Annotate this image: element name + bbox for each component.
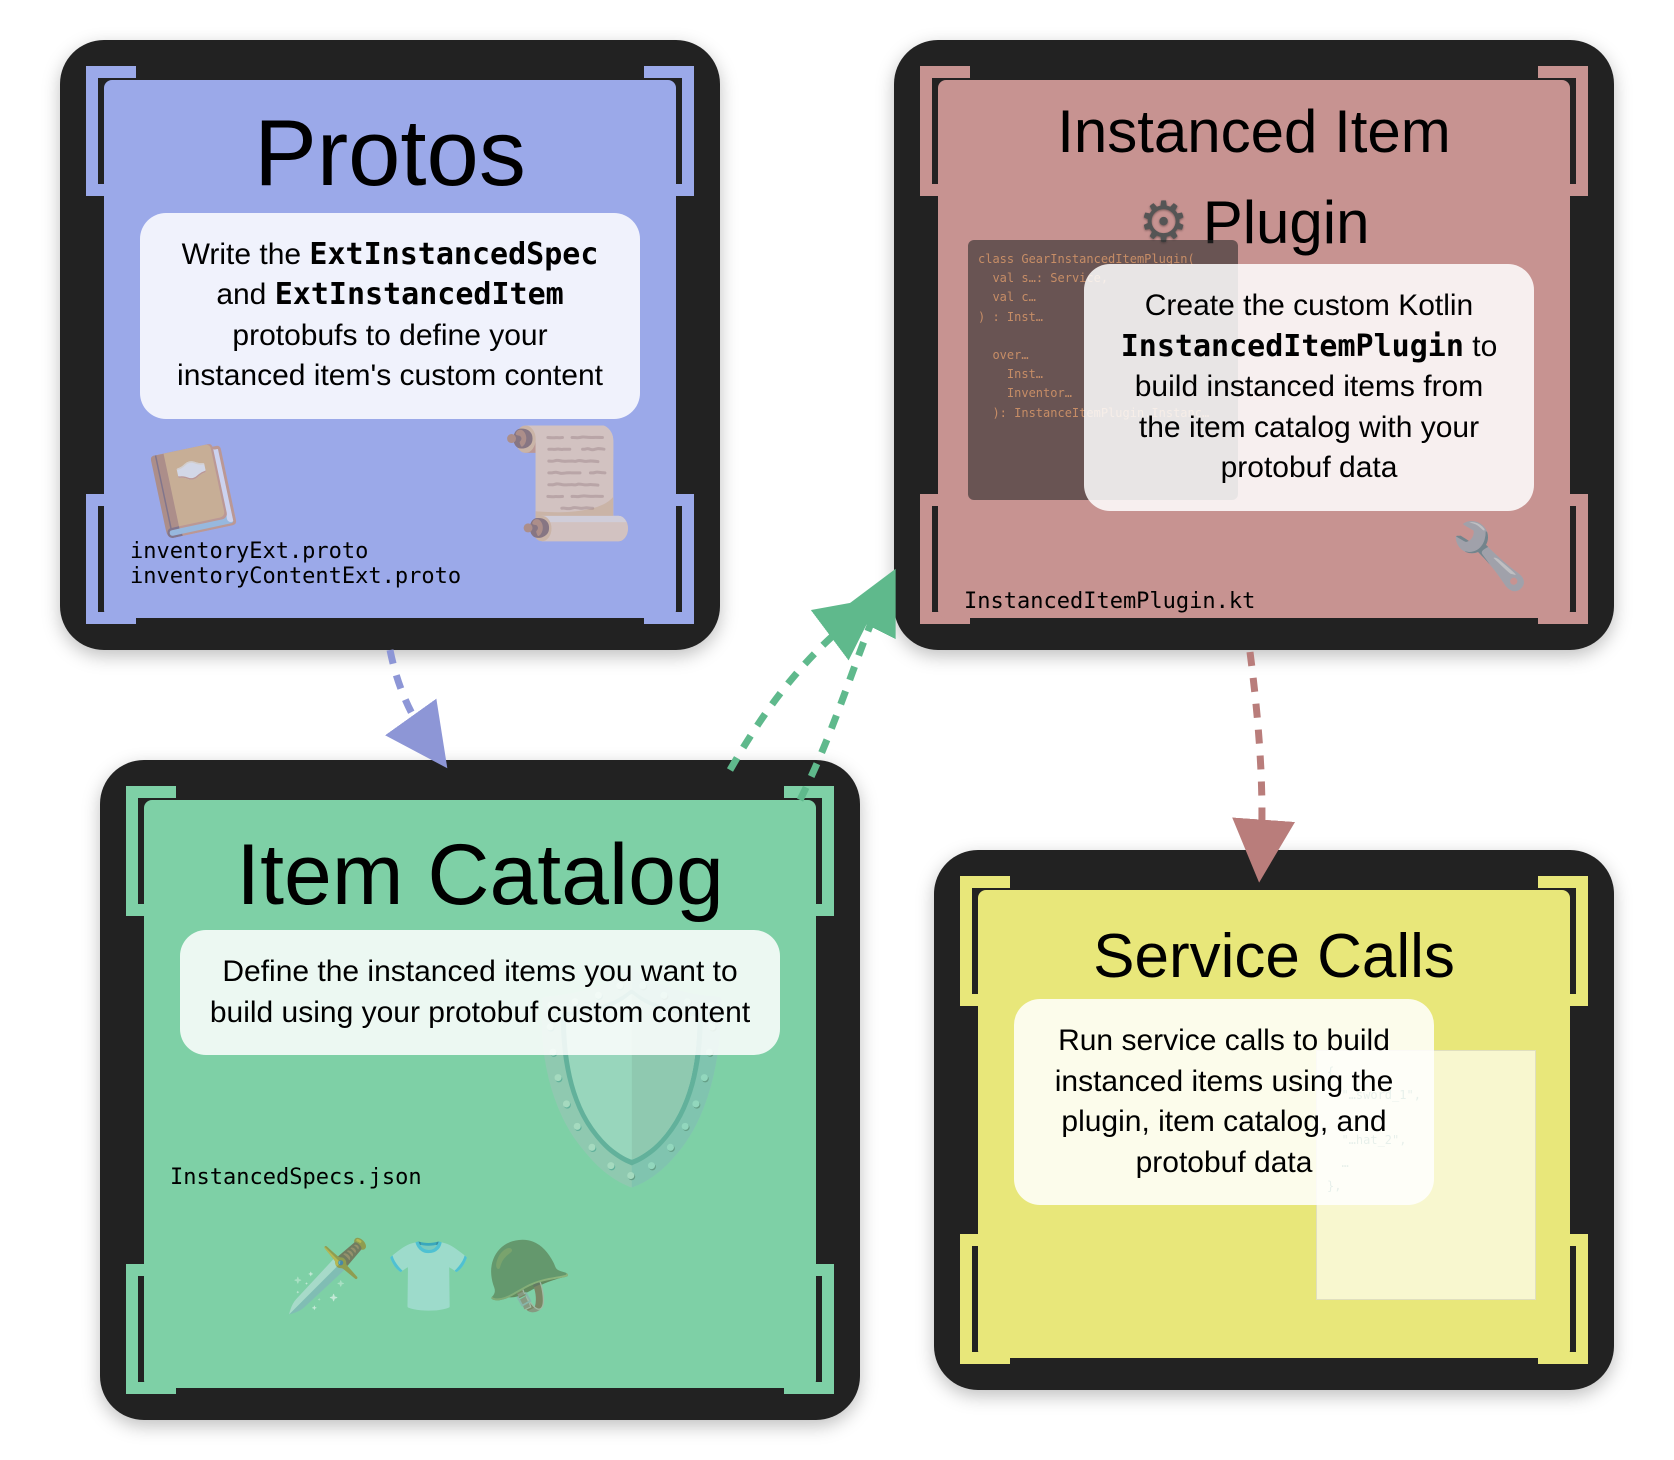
- card-title: Service Calls: [1004, 924, 1544, 989]
- card-service-calls: Service Calls { "…sword_1", "…hat_2", …}…: [934, 850, 1614, 1390]
- arrow-protos-to-catalog: [390, 650, 440, 758]
- diagram-canvas: Protos Write the ExtInstancedSpec and Ex…: [40, 40, 1634, 1420]
- gear-icon: ⚙: [1139, 193, 1189, 252]
- wrench-icon: 🔧: [1450, 519, 1530, 594]
- card-title: Instanced Item ⚙ Plugin: [964, 100, 1544, 254]
- book-icon: 📔: [135, 435, 252, 548]
- arrow-plugin-to-calls: [1250, 652, 1262, 870]
- card-description: Write the ExtInstancedSpec and ExtInstan…: [140, 213, 640, 419]
- card-filenames: InstancedItemPlugin.kt: [964, 589, 1544, 614]
- card-plugin: Instanced Item ⚙ Plugin class GearInstan…: [894, 40, 1614, 650]
- card-protos: Protos Write the ExtInstancedSpec and Ex…: [60, 40, 720, 650]
- card-item-catalog: Item Catalog 🛡️ Define the instanced ite…: [100, 760, 860, 1420]
- card-title: Protos: [130, 104, 650, 203]
- card-description: Create the custom Kotlin InstancedItemPl…: [1084, 264, 1534, 511]
- equipment-icons: 🗡️👕🪖: [284, 1236, 587, 1318]
- card-description: Define the instanced items you want to b…: [180, 930, 780, 1055]
- card-filenames: inventoryExt.proto inventoryContentExt.p…: [130, 539, 650, 589]
- card-title: Item Catalog: [170, 830, 790, 920]
- card-filenames: InstancedSpecs.json: [170, 1165, 790, 1190]
- card-description: Run service calls to build instanced ite…: [1014, 999, 1434, 1205]
- scroll-icon: 📜: [499, 419, 636, 548]
- arrow-catalog-to-plugin: [730, 605, 870, 770]
